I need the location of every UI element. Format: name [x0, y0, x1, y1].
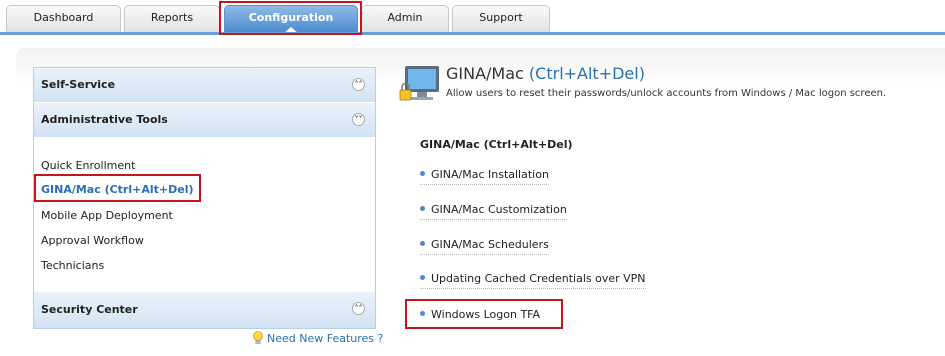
windows-logon-tfa-highlight	[405, 299, 563, 329]
self-service-header[interactable]: Self-Service ˄˄	[34, 68, 375, 102]
sidebar-item-technicians[interactable]: Technicians	[41, 259, 104, 272]
page-title-prefix: GINA/Mac	[446, 64, 524, 83]
bullet-icon	[420, 171, 425, 176]
chevron-up-icon[interactable]: ˄˄	[352, 302, 365, 315]
need-new-features-label: Need New Features ?	[267, 332, 384, 345]
tab-admin-label: Admin	[387, 11, 423, 24]
administrative-tools-title: Administrative Tools	[41, 113, 168, 126]
link-gina-mac-installation[interactable]: GINA/Mac Installation	[420, 168, 549, 185]
need-new-features-link[interactable]: Need New Features ?	[252, 331, 383, 345]
link-gina-mac-customization[interactable]: GINA/Mac Customization	[420, 203, 567, 220]
monitor-lock-icon	[399, 66, 439, 101]
bullet-icon	[420, 241, 425, 246]
lightbulb-icon	[253, 331, 263, 344]
tab-support-label: Support	[479, 11, 523, 24]
link-label: GINA/Mac Customization	[431, 203, 567, 216]
chevron-up-icon[interactable]: ˄˄	[352, 78, 365, 91]
security-center-title: Security Center	[41, 303, 138, 316]
tab-dashboard[interactable]: Dashboard	[6, 5, 121, 32]
link-label: GINA/Mac Installation	[431, 168, 549, 181]
top-navigation: Dashboard Reports Configuration Admin Su…	[0, 0, 945, 35]
bullet-icon	[420, 206, 425, 211]
sidebar-item-quick-enrollment[interactable]: Quick Enrollment	[41, 159, 135, 172]
chevron-down-icon[interactable]: ˅˅	[352, 113, 365, 126]
bullet-icon	[420, 275, 425, 280]
page-title: GINA/Mac (Ctrl+Alt+Del)	[446, 64, 645, 83]
link-label: GINA/Mac Schedulers	[431, 238, 549, 251]
security-center-header[interactable]: Security Center ˄˄	[34, 292, 375, 328]
link-updating-cached-credentials[interactable]: Updating Cached Credentials over VPN	[420, 272, 646, 289]
self-service-title: Self-Service	[41, 78, 116, 91]
page-description: Allow users to reset their passwords/unl…	[446, 88, 887, 99]
tab-reports-label: Reports	[150, 11, 194, 24]
configuration-tab-highlight	[219, 1, 362, 35]
section-title: GINA/Mac (Ctrl+Alt+Del)	[420, 138, 573, 151]
tab-reports[interactable]: Reports	[124, 5, 220, 32]
sidebar-item-mobile-app-deployment[interactable]: Mobile App Deployment	[41, 209, 173, 222]
tab-support[interactable]: Support	[452, 5, 550, 32]
tab-admin[interactable]: Admin	[361, 5, 449, 32]
link-label: Updating Cached Credentials over VPN	[431, 272, 646, 285]
tab-bar-underline	[0, 32, 945, 35]
sidebar-item-approval-workflow[interactable]: Approval Workflow	[41, 234, 144, 247]
page-title-shortcut: (Ctrl+Alt+Del)	[528, 64, 645, 83]
gina-mac-sidebar-highlight	[34, 174, 201, 202]
administrative-tools-header[interactable]: Administrative Tools ˅˅	[34, 103, 375, 137]
link-gina-mac-schedulers[interactable]: GINA/Mac Schedulers	[420, 238, 549, 255]
tab-dashboard-label: Dashboard	[33, 11, 94, 24]
